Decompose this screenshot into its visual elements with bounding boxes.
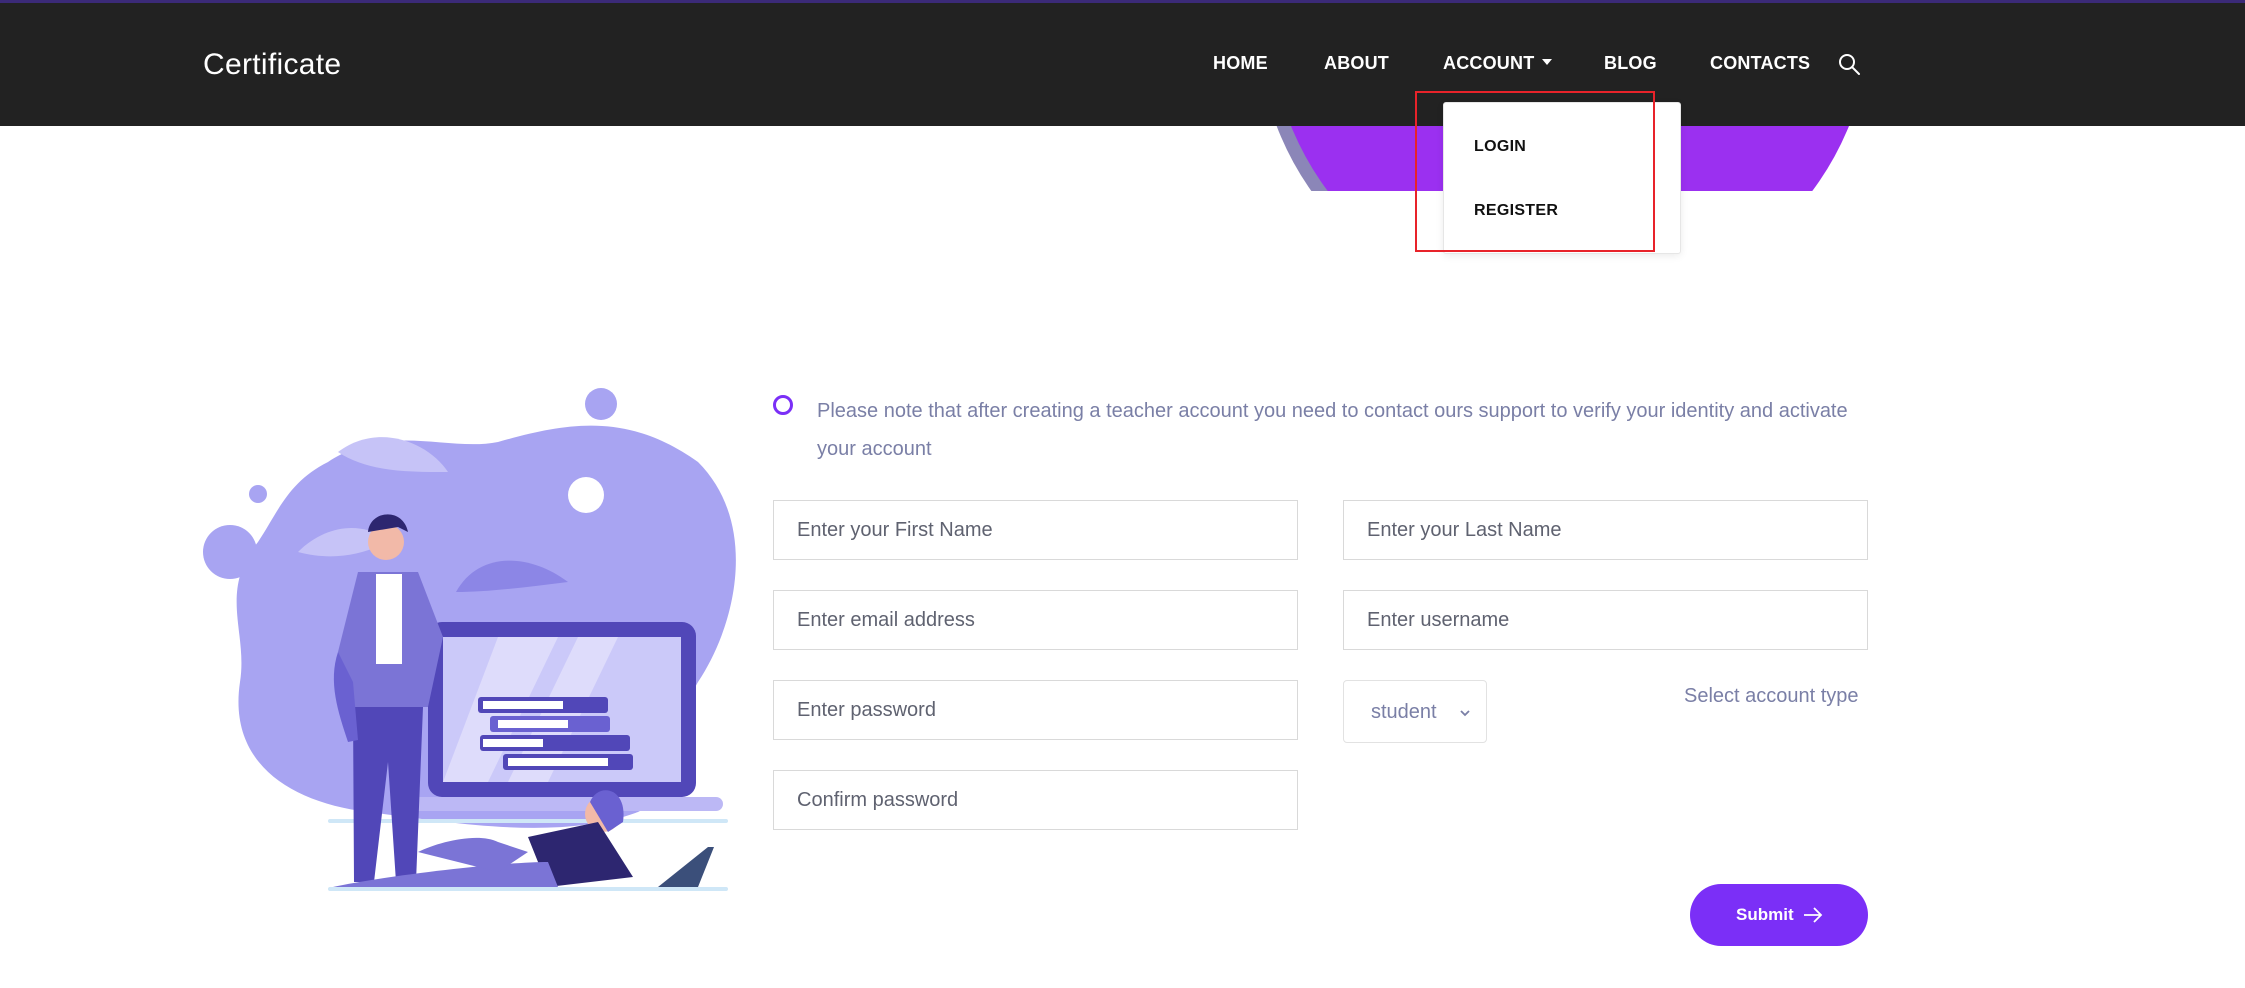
teacher-account-notice: Please note that after creating a teache… (817, 400, 1848, 460)
account-type-select[interactable]: student (1343, 680, 1487, 743)
site-logo[interactable]: Certificate (203, 48, 341, 82)
signup-illustration (203, 388, 736, 891)
first-name-field[interactable] (773, 500, 1298, 560)
search-icon[interactable] (1837, 52, 1861, 76)
menu-item-login[interactable]: LOGIN (1474, 138, 1526, 156)
submit-button[interactable]: Submit (1690, 884, 1868, 946)
last-name-field[interactable] (1343, 500, 1868, 560)
caret-down-icon (1542, 59, 1553, 66)
email-field[interactable] (773, 590, 1298, 650)
nav-about[interactable]: ABOUT (1324, 53, 1389, 74)
nav-home[interactable]: HOME (1213, 53, 1268, 74)
username-field[interactable] (1343, 590, 1868, 650)
submit-label: Submit (1736, 905, 1794, 924)
chevron-down-icon (1460, 710, 1470, 717)
nav-contacts[interactable]: CONTACTS (1710, 53, 1810, 74)
menu-item-register[interactable]: REGISTER (1474, 202, 1558, 220)
nav-account-label: ACCOUNT (1443, 53, 1535, 73)
arrow-right-icon (1804, 907, 1823, 923)
account-type-value: student (1371, 701, 1437, 723)
confirm-password-field[interactable] (773, 770, 1298, 830)
account-dropdown-menu: LOGIN REGISTER (1443, 102, 1681, 254)
account-type-label: Select account type (1684, 685, 1859, 707)
notice-radio-icon (773, 395, 793, 415)
site-header: Certificate HOME ABOUT ACCOUNT BLOG CONT… (0, 3, 2245, 126)
nav-account[interactable]: ACCOUNT (1443, 53, 1553, 74)
password-field[interactable] (773, 680, 1298, 740)
nav-blog[interactable]: BLOG (1604, 53, 1657, 74)
